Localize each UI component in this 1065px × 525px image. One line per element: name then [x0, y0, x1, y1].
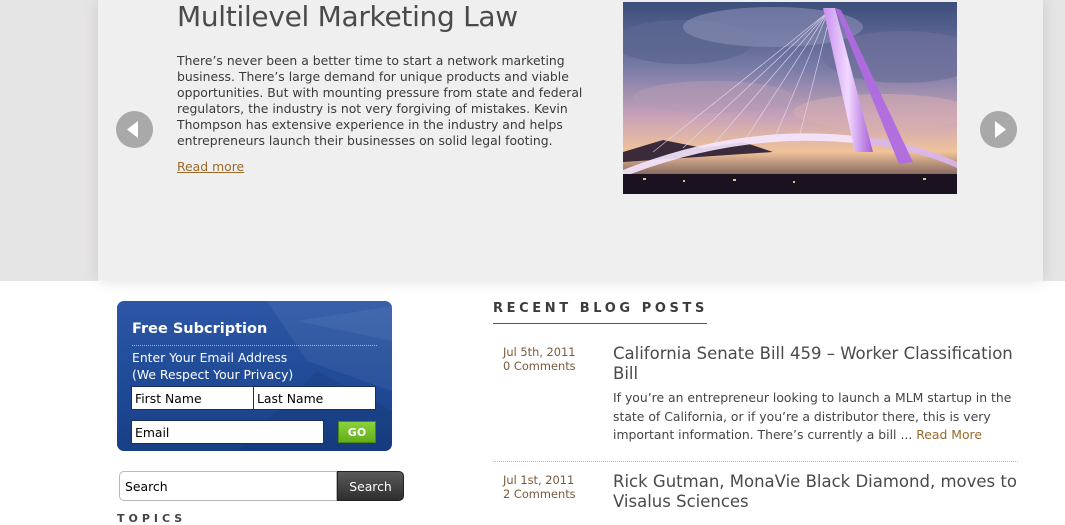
recent-posts-underline	[493, 323, 707, 324]
slide-read-more-link[interactable]: Read more	[177, 159, 244, 174]
post-excerpt: If you’re an entrepreneur looking to lau…	[613, 389, 1023, 445]
slide-text: There’s never been a better time to star…	[177, 53, 583, 148]
post-title-link[interactable]: Rick Gutman, MonaVie Black Diamond, move…	[613, 472, 1023, 512]
email-field[interactable]	[131, 420, 324, 444]
subscription-widget: Free Subcription Enter Your Email Addres…	[117, 301, 392, 451]
subscription-divider	[132, 345, 377, 346]
arrow-left-icon[interactable]	[116, 111, 153, 148]
post-date: Jul 1st, 2011	[503, 473, 575, 487]
arrow-right-icon[interactable]	[980, 111, 1017, 148]
post-comments-link[interactable]: 0 Comments	[503, 359, 576, 373]
subscription-title: Free Subcription	[132, 321, 268, 337]
post-comments-link[interactable]: 2 Comments	[503, 487, 576, 501]
first-name-field[interactable]	[131, 386, 254, 410]
search-button[interactable]: Search	[337, 471, 404, 501]
search-input[interactable]	[119, 471, 337, 501]
slide-bridge-image	[623, 2, 957, 194]
post-separator	[493, 461, 1018, 462]
recent-posts-heading: RECENT BLOG POSTS	[493, 301, 708, 316]
post-read-more-link[interactable]: Read More	[916, 427, 982, 442]
subscription-instructions: Enter Your Email Address	[132, 350, 288, 365]
subscription-privacy-note: (We Respect Your Privacy)	[132, 367, 294, 382]
last-name-field[interactable]	[253, 386, 376, 410]
post-title-link[interactable]: California Senate Bill 459 – Worker Clas…	[613, 344, 1023, 384]
slide-title: Multilevel Marketing Law	[177, 0, 518, 33]
subscribe-go-button[interactable]: GO	[338, 421, 376, 443]
post-date: Jul 5th, 2011	[503, 345, 576, 359]
